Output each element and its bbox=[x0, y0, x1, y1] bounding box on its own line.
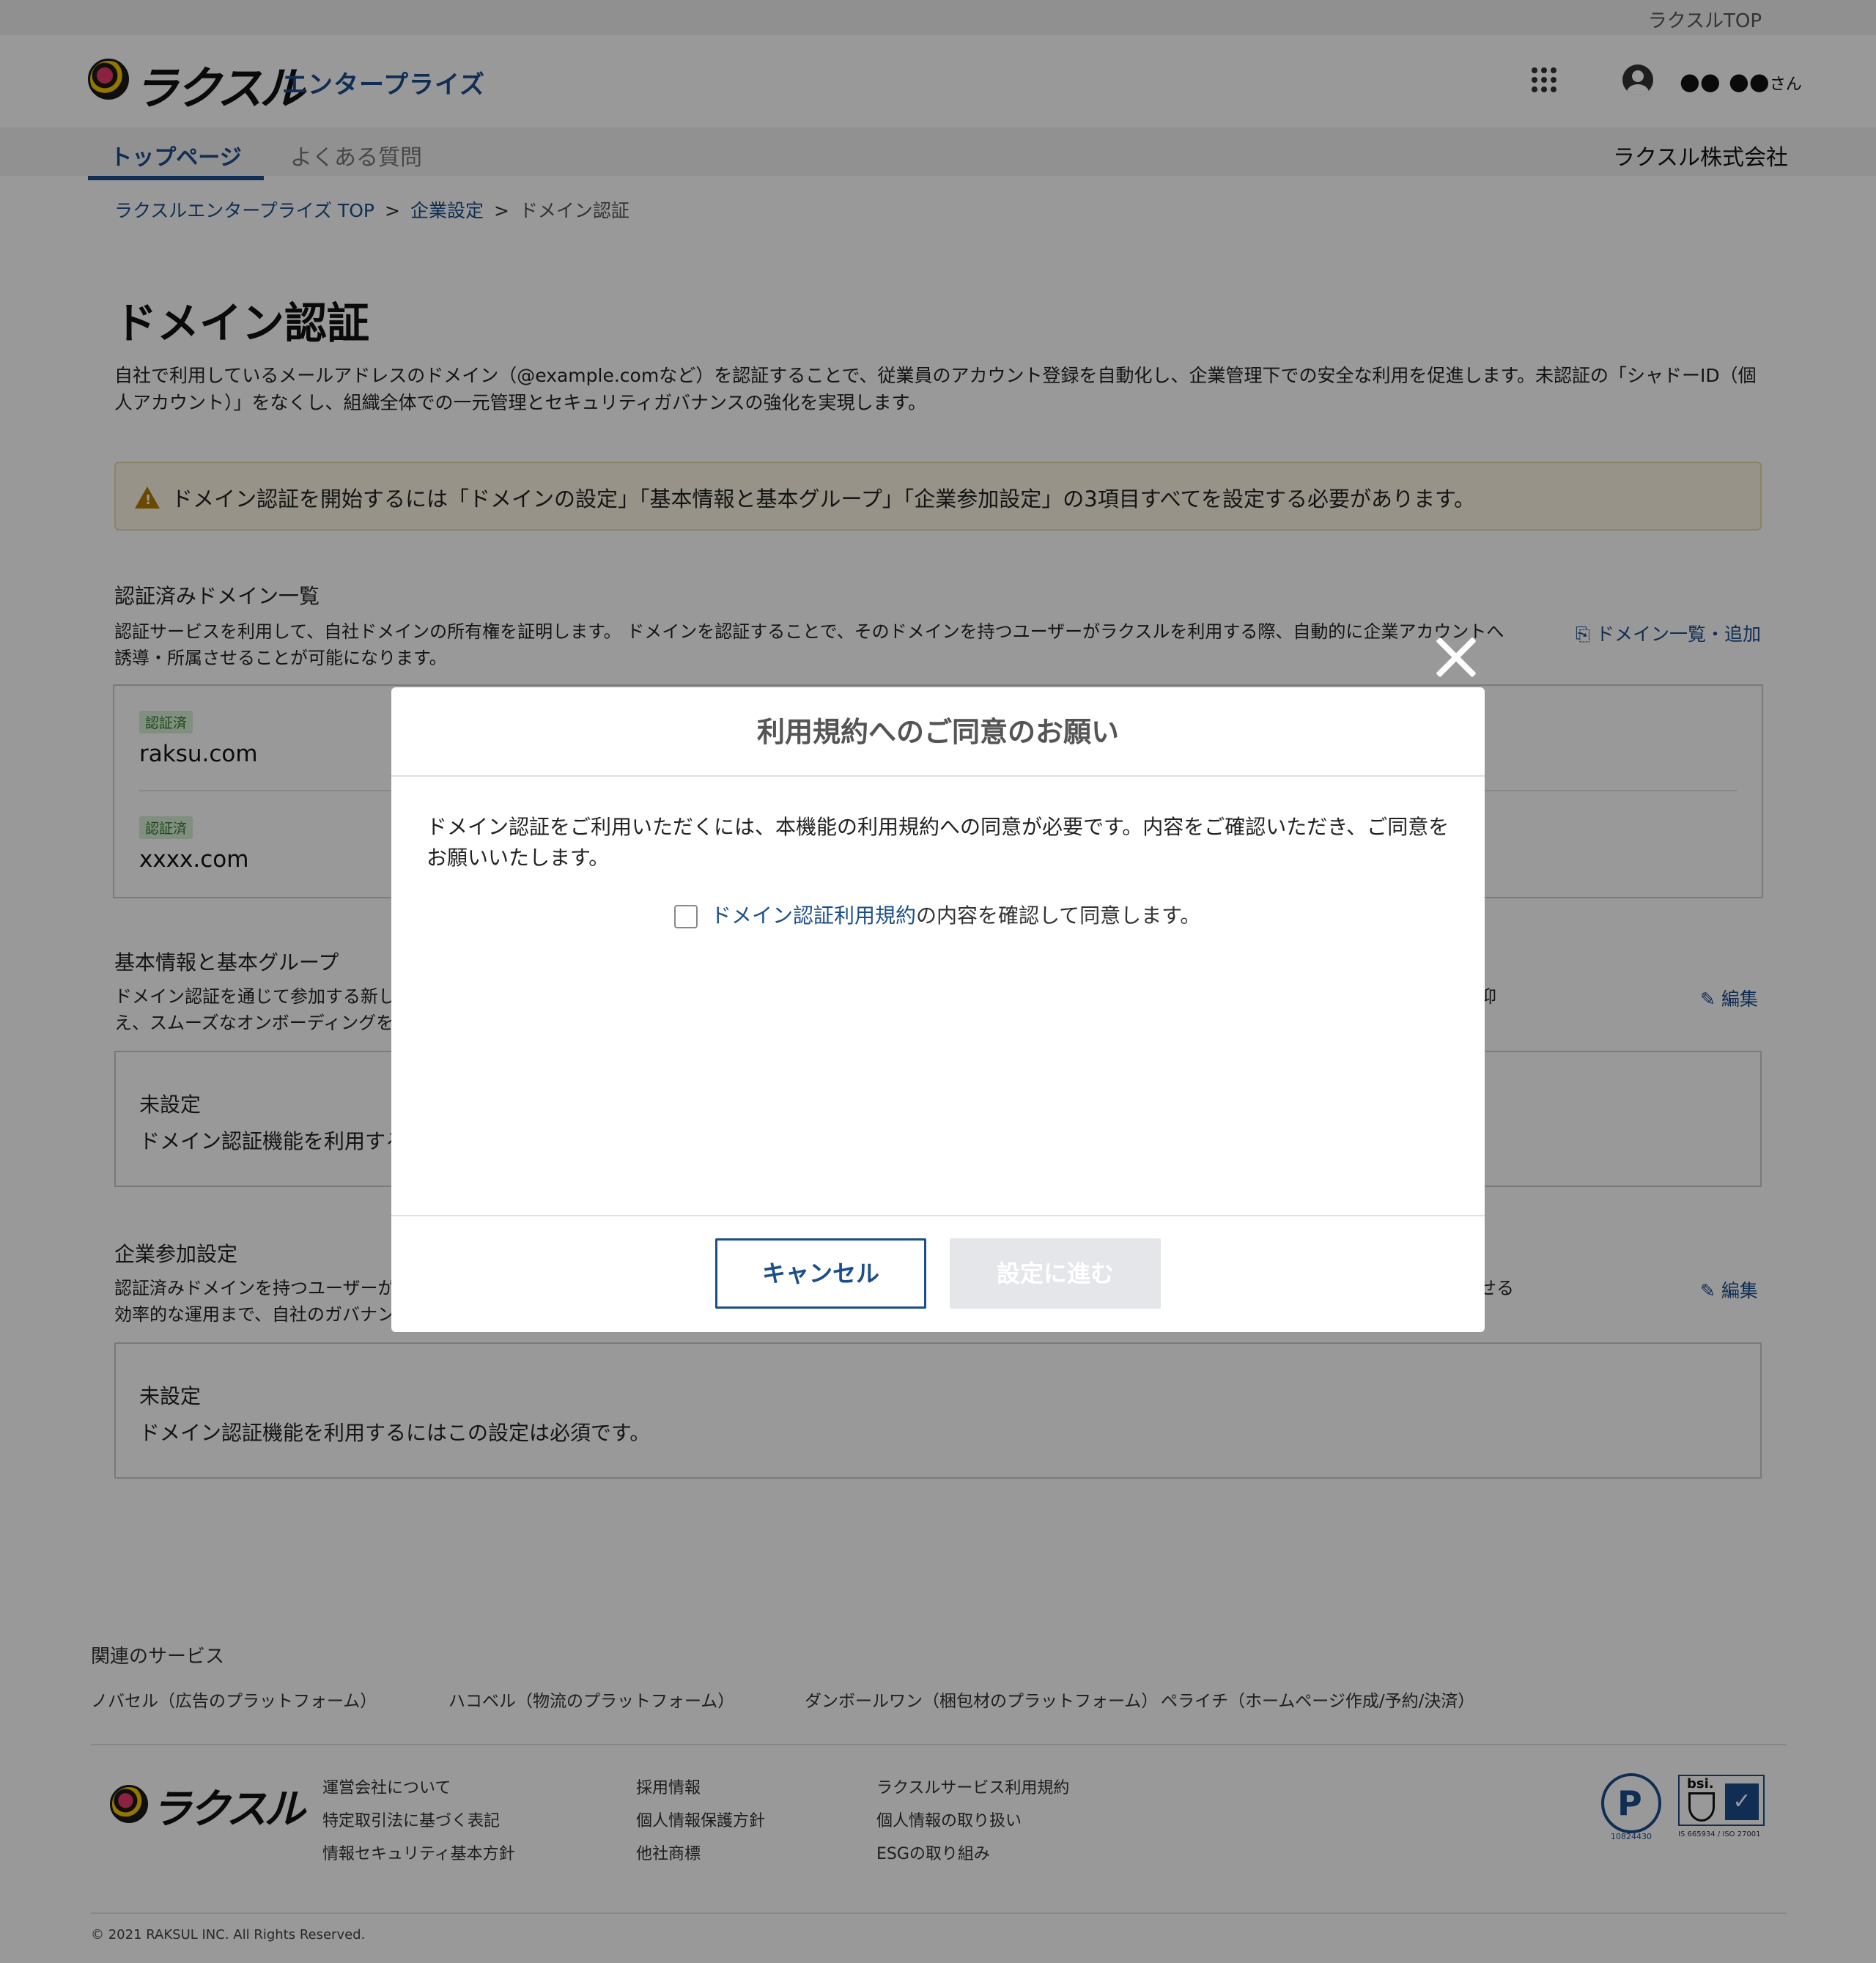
cancel-button[interactable]: キャンセル bbox=[715, 1238, 926, 1309]
modal-body-text: ドメイン認証をご利用いただくには、本機能の利用規約への同意が必要です。内容をご確… bbox=[426, 815, 1450, 870]
modal-footer: キャンセル 設定に進む bbox=[391, 1215, 1485, 1332]
proceed-to-settings-button[interactable]: 設定に進む bbox=[950, 1238, 1161, 1309]
modal-title: 利用規約へのご同意のお願い bbox=[391, 687, 1485, 777]
terms-link[interactable]: ドメイン認証利用規約 bbox=[711, 903, 916, 928]
terms-agree-row: ドメイン認証利用規約の内容を確認して同意します。 bbox=[674, 900, 1200, 929]
terms-consent-modal: 利用規約へのご同意のお願い ドメイン認証をご利用いただくには、本機能の利用規約へ… bbox=[391, 687, 1485, 1332]
close-icon[interactable] bbox=[1430, 632, 1482, 683]
terms-agree-checkbox[interactable] bbox=[674, 905, 698, 928]
terms-agree-label: の内容を確認して同意します。 bbox=[916, 903, 1201, 928]
